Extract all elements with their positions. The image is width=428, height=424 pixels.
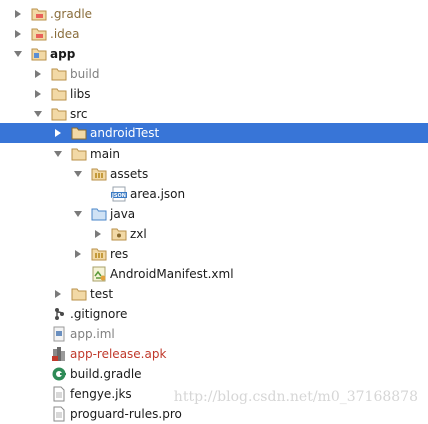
tree-item-label: build [70, 67, 100, 81]
chevron-right-icon[interactable] [53, 128, 63, 138]
tree-item-test-dir[interactable]: test [0, 284, 428, 304]
chevron-down-icon[interactable] [33, 109, 43, 119]
tree-item-label: src [70, 107, 88, 121]
chevron-down-icon[interactable] [73, 169, 83, 179]
file-icon [51, 406, 67, 422]
tree-item-gitignore[interactable]: .gitignore [0, 304, 428, 324]
iml-file-icon [51, 326, 67, 342]
source-folder-icon [91, 206, 107, 222]
tree-item-label: libs [70, 87, 91, 101]
file-icon [51, 386, 67, 402]
folder-icon [71, 125, 87, 141]
tree-item-label: androidTest [90, 126, 160, 140]
folder-icon [71, 146, 87, 162]
chevron-down-icon[interactable] [13, 49, 23, 59]
package-icon [111, 226, 127, 242]
tree-item-label: area.json [130, 187, 186, 201]
tree-item-java-dir[interactable]: java [0, 204, 428, 224]
chevron-down-icon[interactable] [73, 209, 83, 219]
manifest-file-icon [91, 266, 107, 282]
tree-item-label: proguard-rules.pro [70, 407, 182, 421]
tree-item-label: build.gradle [70, 367, 142, 381]
watermark: http://blog.csdn.net/m0_37168878 [173, 389, 418, 405]
folder-icon [51, 106, 67, 122]
tree-item-label: app.iml [70, 327, 115, 341]
tree-item-label: app [50, 47, 76, 61]
tree-item-label: assets [110, 167, 149, 181]
chevron-right-icon[interactable] [13, 9, 23, 19]
chevron-right-icon[interactable] [93, 229, 103, 239]
tree-item-res-dir[interactable]: res [0, 244, 428, 264]
folder-icon [51, 66, 67, 82]
folder-icon [31, 26, 47, 42]
chevron-right-icon[interactable] [33, 69, 43, 79]
tree-item-label: .idea [50, 27, 80, 41]
tree-item-app-release-apk[interactable]: app-release.apk [0, 344, 428, 364]
tree-item-android-manifest[interactable]: AndroidManifest.xml [0, 264, 428, 284]
tree-item-label: app-release.apk [70, 347, 167, 361]
tree-item-androidtest-dir[interactable]: androidTest [0, 123, 428, 143]
tree-item-proguard-rules[interactable]: proguard-rules.pro [0, 404, 428, 424]
tree-item-area-json[interactable]: JSON area.json [0, 184, 428, 204]
tree-item-label: zxl [130, 227, 147, 241]
tree-item-gradle-dir[interactable]: .gradle [0, 4, 428, 24]
tree-item-build-dir[interactable]: build [0, 64, 428, 84]
tree-item-label: .gradle [50, 7, 93, 21]
tree-item-main-dir[interactable]: main [0, 144, 428, 164]
folder-icon [51, 86, 67, 102]
tree-item-label: .gitignore [70, 307, 128, 321]
gradle-file-icon [51, 366, 67, 382]
folder-icon [71, 286, 87, 302]
git-file-icon [51, 306, 67, 322]
tree-item-zxl-package[interactable]: zxl [0, 224, 428, 244]
chevron-down-icon[interactable] [53, 149, 63, 159]
tree-item-label: res [110, 247, 129, 261]
chevron-right-icon[interactable] [33, 89, 43, 99]
tree-item-app-module[interactable]: app [0, 44, 428, 64]
tree-item-assets-dir[interactable]: assets [0, 164, 428, 184]
tree-item-app-iml[interactable]: app.iml [0, 324, 428, 344]
tree-item-idea-dir[interactable]: .idea [0, 24, 428, 44]
svg-text:JSON: JSON [111, 193, 126, 199]
chevron-right-icon[interactable] [53, 289, 63, 299]
tree-item-label: main [90, 147, 120, 161]
chevron-right-icon[interactable] [73, 249, 83, 259]
resources-folder-icon [91, 246, 107, 262]
folder-icon [31, 6, 47, 22]
tree-item-label: test [90, 287, 114, 301]
resources-folder-icon [91, 166, 107, 182]
tree-item-build-gradle[interactable]: build.gradle [0, 364, 428, 384]
tree-item-label: java [110, 207, 136, 221]
tree-item-src-dir[interactable]: src [0, 104, 428, 124]
apk-file-icon [51, 346, 67, 362]
tree-item-libs-dir[interactable]: libs [0, 84, 428, 104]
chevron-right-icon[interactable] [13, 29, 23, 39]
module-folder-icon [31, 46, 47, 62]
tree-item-label: AndroidManifest.xml [110, 267, 234, 281]
json-file-icon: JSON [111, 186, 127, 202]
tree-item-label: fengye.jks [70, 387, 132, 401]
